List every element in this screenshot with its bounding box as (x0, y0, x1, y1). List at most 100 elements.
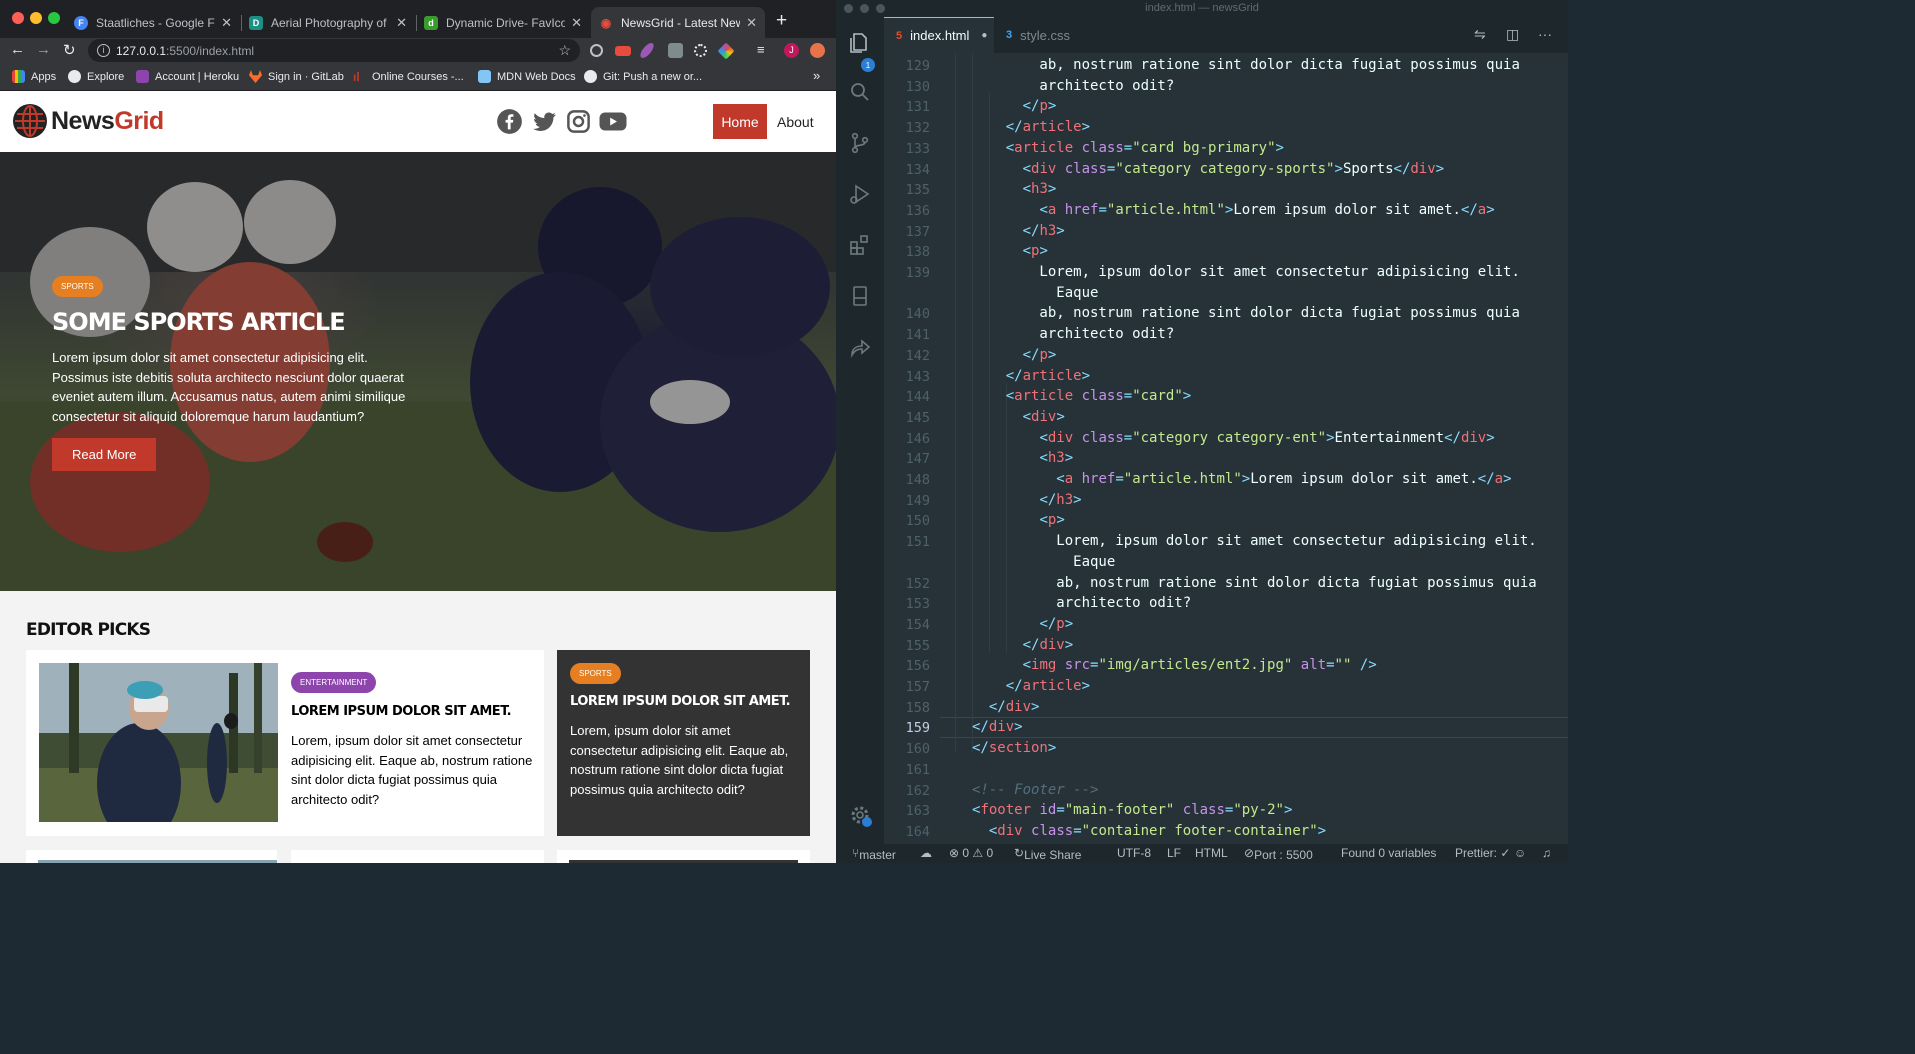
nav-about-link[interactable]: About (777, 114, 814, 130)
code-line[interactable]: <a href="article.html">Lorem ipsum dolor… (972, 200, 1494, 221)
code-line[interactable]: <h3> (972, 179, 1057, 200)
code-line[interactable]: </div> (972, 697, 1040, 718)
code-line[interactable]: ab, nostrum ratione sint dolor dicta fug… (972, 55, 1519, 76)
code-line[interactable]: <p> (972, 241, 1048, 262)
extension-icon[interactable] (615, 46, 631, 56)
code-line[interactable]: </div> (972, 635, 1074, 656)
address-bar[interactable]: i 127.0.0.1:5500/index.html ☆ (88, 39, 580, 62)
code-line[interactable]: <div class="container footer-container"> (972, 821, 1326, 842)
close-tab-icon[interactable]: ✕ (571, 15, 582, 31)
new-tab-button[interactable]: + (776, 10, 787, 32)
profile-avatar[interactable]: J (784, 43, 799, 58)
code-line[interactable]: <!-- Footer --> (972, 780, 1098, 801)
encoding-indicator[interactable]: UTF-8 (1117, 846, 1151, 860)
code-line[interactable]: </p> (972, 614, 1073, 635)
code-line[interactable]: <h3> (972, 448, 1073, 469)
instagram-icon[interactable] (565, 108, 592, 135)
code-line[interactable]: Lorem, ipsum dolor sit amet consectetur … (972, 531, 1536, 572)
code-line[interactable]: <div> (972, 407, 1065, 428)
bookmark-item[interactable]: Account | Heroku (136, 70, 239, 83)
settings-gear-icon[interactable] (848, 803, 872, 827)
code-line[interactable]: </article> (972, 676, 1090, 697)
accounts-icon[interactable]: ☺ (1514, 846, 1526, 860)
source-control-icon[interactable] (848, 131, 872, 155)
code-line[interactable]: <img src="img/articles/ent2.jpg" alt="" … (972, 655, 1377, 676)
code-line[interactable]: <article class="card bg-primary"> (972, 138, 1284, 159)
code-line[interactable]: </p> (972, 345, 1057, 366)
code-line[interactable]: <article class="card"> (972, 386, 1192, 407)
read-more-button[interactable]: Read More (52, 438, 157, 471)
code-line[interactable]: <div class="category category-sports">Sp… (972, 159, 1445, 180)
open-changes-icon[interactable]: ⇋ (1474, 26, 1486, 43)
nav-home-link[interactable]: Home (713, 104, 767, 139)
remote-explorer-icon[interactable] (848, 284, 872, 308)
back-arrow-icon[interactable]: ← (10, 41, 25, 58)
close-tab-icon[interactable]: ✕ (221, 15, 232, 31)
browser-tab[interactable]: d Dynamic Drive- FavIcon Ge ✕ (416, 7, 590, 38)
close-window-button[interactable] (12, 12, 24, 24)
live-server-port[interactable]: ⊘ Port : 5500 (1244, 846, 1313, 862)
code-line[interactable]: architecto odit? (972, 593, 1191, 614)
code-line[interactable]: ab, nostrum ratione sint dolor dicta fug… (972, 573, 1536, 594)
split-editor-icon[interactable]: ◫ (1506, 26, 1519, 43)
code-line[interactable]: architecto odit? (972, 76, 1174, 97)
browser-tab-active[interactable]: ◉ NewsGrid - Latest News ✕ (591, 7, 765, 38)
browser-tab[interactable]: D Aerial Photography of Sea ✕ (241, 7, 415, 38)
bookmark-item[interactable]: ıl Online Courses -... (353, 70, 464, 84)
code-line[interactable]: <footer id="main-footer" class="py-2"> (972, 800, 1292, 821)
extension-icon[interactable] (637, 43, 657, 58)
minimize-window-button[interactable] (30, 12, 42, 24)
close-tab-icon[interactable]: ✕ (746, 15, 757, 31)
color-picker-icon[interactable] (717, 42, 735, 60)
code-line[interactable]: </h3> (972, 221, 1065, 242)
sync-icon[interactable]: ☁ (920, 846, 932, 860)
extension-icon[interactable] (668, 43, 683, 58)
search-icon[interactable] (848, 80, 872, 104)
bookmark-item[interactable]: MDN Web Docs (478, 70, 576, 83)
browser-tab[interactable]: F Staatliches - Google Fonts ✕ (66, 7, 240, 38)
bookmark-item[interactable]: Explore (68, 70, 124, 83)
code-editor[interactable]: 129 ab, nostrum ratione sint dolor dicta… (884, 53, 1568, 844)
problems-indicator[interactable]: ⊗ 0 ⚠ 0 (949, 846, 993, 860)
article-title-link[interactable]: Lorem ipsum dolor sit amet. (291, 704, 534, 719)
bookmarks-overflow-button[interactable]: » (813, 68, 820, 83)
hero-category-badge[interactable]: Sports (52, 276, 103, 297)
language-mode[interactable]: HTML (1195, 846, 1228, 860)
update-menu-icon[interactable] (810, 43, 825, 58)
eol-indicator[interactable]: LF (1167, 846, 1181, 860)
globe-logo-icon[interactable] (13, 104, 47, 138)
youtube-icon[interactable] (598, 108, 628, 135)
code-line[interactable]: </section> (972, 738, 1056, 759)
code-line[interactable]: ab, nostrum ratione sint dolor dicta fug… (972, 303, 1519, 324)
code-line[interactable]: </div> (972, 717, 1023, 738)
bookmark-star-icon[interactable]: ☆ (558, 42, 571, 59)
live-share-status[interactable]: ↻ Live Share (1014, 846, 1081, 862)
twitter-icon[interactable] (531, 108, 558, 135)
code-line[interactable]: <div class="category category-ent">Enter… (972, 428, 1494, 449)
prettier-status[interactable]: Prettier: ✓ (1455, 846, 1510, 860)
forward-arrow-icon[interactable]: → (36, 41, 51, 58)
code-line[interactable]: </article> (972, 117, 1090, 138)
bookmark-apps[interactable]: Apps (12, 70, 56, 83)
extension-icon[interactable] (590, 44, 603, 57)
code-line[interactable]: </h3> (972, 490, 1081, 511)
bookmark-item[interactable]: Git: Push a new or... (584, 70, 702, 83)
site-info-icon[interactable]: i (97, 44, 110, 57)
category-badge[interactable]: Entertainment (291, 672, 377, 693)
article-title-link[interactable]: Lorem ipsum dolor sit amet. (570, 694, 800, 709)
maximize-window-button[interactable] (48, 12, 60, 24)
notifications-bell-icon[interactable]: ♫ (1542, 846, 1551, 860)
facebook-icon[interactable] (496, 108, 523, 135)
bookmark-item[interactable]: Sign in · GitLab (249, 70, 344, 83)
unsaved-dot-icon[interactable]: ● (981, 30, 987, 41)
explorer-files-icon[interactable] (848, 31, 872, 55)
code-line[interactable]: </p> (972, 96, 1057, 117)
live-share-icon[interactable] (848, 335, 872, 359)
reading-list-icon[interactable]: ≡ (757, 42, 765, 57)
editor-tab-index-html[interactable]: 5 index.html ● (884, 17, 994, 53)
more-actions-icon[interactable]: ··· (1538, 26, 1552, 42)
code-line[interactable]: </article> (972, 366, 1090, 387)
category-badge[interactable]: Sports (570, 663, 621, 684)
close-tab-icon[interactable]: ✕ (396, 15, 407, 31)
extensions-icon[interactable] (848, 233, 872, 257)
